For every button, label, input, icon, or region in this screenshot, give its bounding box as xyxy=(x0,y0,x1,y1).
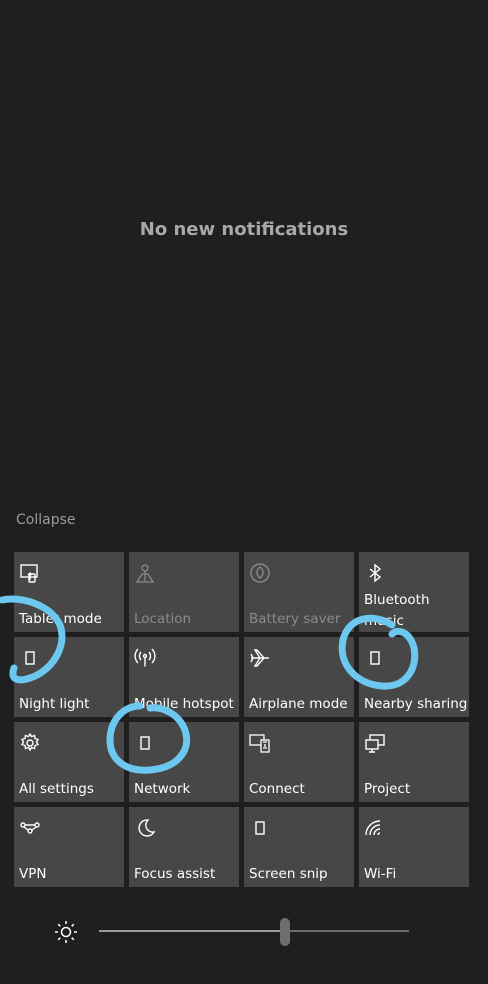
project-icon xyxy=(364,732,386,754)
tile-screen-snip[interactable]: Screen snip xyxy=(244,807,354,887)
tile-label-line2: music xyxy=(364,613,404,629)
tile-project[interactable]: Project xyxy=(359,722,469,802)
quick-actions-grid: Tablet mode Location Battery saver Bluetoot… xyxy=(14,552,469,887)
tile-connect[interactable]: Connect xyxy=(244,722,354,802)
tile-all-settings[interactable]: All settings xyxy=(14,722,124,802)
brightness-slider-track[interactable] xyxy=(99,930,409,932)
brightness-slider-thumb[interactable] xyxy=(280,918,290,946)
sun-icon xyxy=(54,920,78,944)
tile-focus-assist[interactable]: Focus assist xyxy=(129,807,239,887)
tile-tablet-mode[interactable]: Tablet mode xyxy=(14,552,124,632)
tile-label: Airplane mode xyxy=(249,696,348,712)
tile-label: Network xyxy=(134,781,191,797)
notification-area: No new notifications xyxy=(0,0,488,500)
tile-battery-saver[interactable]: Battery saver xyxy=(244,552,354,632)
location-icon xyxy=(134,562,156,584)
moon-icon xyxy=(134,817,156,839)
nearby-sharing-icon xyxy=(364,647,386,669)
network-icon xyxy=(134,732,156,754)
tile-nearby-sharing[interactable]: Nearby sharing xyxy=(359,637,469,717)
tile-label: Tablet mode xyxy=(19,611,102,627)
tile-location[interactable]: Location xyxy=(129,552,239,632)
tile-label: All settings xyxy=(19,781,94,797)
night-light-icon xyxy=(19,647,41,669)
airplane-icon xyxy=(249,647,271,669)
tile-airplane-mode[interactable]: Airplane mode xyxy=(244,637,354,717)
tablet-mode-icon xyxy=(19,562,41,584)
tile-wi-fi[interactable]: Wi-Fi xyxy=(359,807,469,887)
wifi-icon xyxy=(364,817,386,839)
tile-night-light[interactable]: Night light xyxy=(14,637,124,717)
battery-saver-icon xyxy=(249,562,271,584)
mobile-hotspot-icon xyxy=(134,647,156,669)
gear-icon xyxy=(19,732,41,754)
tile-network[interactable]: Network xyxy=(129,722,239,802)
tile-label: Battery saver xyxy=(249,611,341,627)
tile-label: Connect xyxy=(249,781,305,797)
tile-bluetooth[interactable]: Bluetooth music xyxy=(359,552,469,632)
bluetooth-icon xyxy=(364,562,386,584)
tile-label: Bluetooth music xyxy=(364,590,467,632)
tile-label: VPN xyxy=(19,866,47,882)
tile-label: Location xyxy=(134,611,192,627)
screen-snip-icon xyxy=(249,817,271,839)
brightness-slider-fill xyxy=(99,930,285,932)
connect-icon xyxy=(249,732,271,754)
collapse-link[interactable]: Collapse xyxy=(16,512,76,528)
tile-label: Focus assist xyxy=(134,866,216,882)
vpn-icon xyxy=(19,817,41,839)
tile-label: Night light xyxy=(19,696,90,712)
tile-vpn[interactable]: VPN xyxy=(14,807,124,887)
tile-label: Nearby sharing xyxy=(364,696,468,712)
tile-label: Screen snip xyxy=(249,866,328,882)
tile-label: Mobile hotspot xyxy=(134,696,234,712)
brightness-control xyxy=(0,905,488,957)
tile-label-line1: Bluetooth xyxy=(364,592,430,608)
tile-mobile-hotspot[interactable]: Mobile hotspot xyxy=(129,637,239,717)
tile-label: Wi-Fi xyxy=(364,866,397,882)
no-notifications-text: No new notifications xyxy=(139,219,349,240)
tile-label: Project xyxy=(364,781,411,797)
